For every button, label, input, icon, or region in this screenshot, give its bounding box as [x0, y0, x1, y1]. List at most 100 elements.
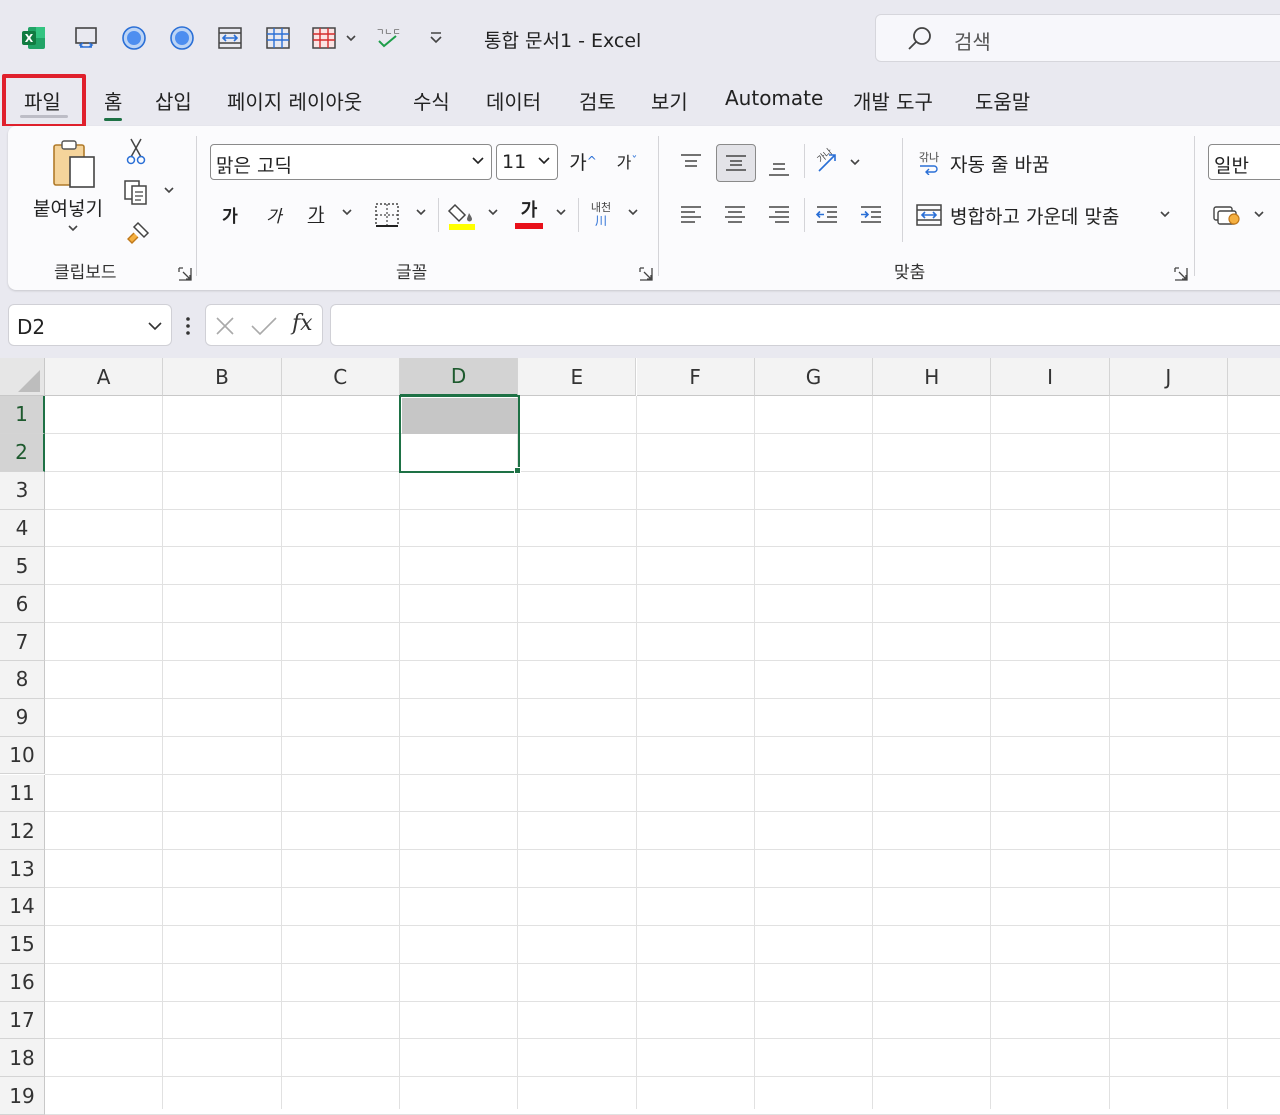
underline-chevron-down-icon[interactable] [338, 206, 356, 220]
merge-center-button[interactable]: 병합하고 가운데 맞춤 [950, 202, 1119, 229]
table-icon[interactable] [264, 24, 292, 52]
row-header-19[interactable]: 19 [0, 1077, 45, 1115]
tab-data[interactable]: 데이터 [486, 86, 541, 115]
phonetic-guide-button[interactable]: 내천 川 [584, 198, 618, 232]
column-header-j[interactable]: J [1109, 358, 1228, 396]
paste-chevron-down-icon[interactable] [64, 222, 82, 236]
spelling-icon[interactable]: ㄱㄴㄷ [374, 24, 402, 52]
bold-button[interactable]: 가 [214, 198, 246, 230]
tab-formulas[interactable]: 수식 [413, 86, 450, 115]
column-header-h[interactable]: H [873, 358, 992, 396]
chevron-down-icon[interactable] [338, 24, 364, 52]
cell-selection[interactable] [399, 395, 520, 473]
column-header-c[interactable]: C [281, 358, 400, 396]
column-header-f[interactable]: F [636, 358, 755, 396]
row-header-10[interactable]: 10 [0, 736, 45, 775]
row-header-9[interactable]: 9 [0, 698, 45, 737]
row-header-4[interactable]: 4 [0, 509, 45, 548]
merge-chevron-down-icon[interactable] [1156, 208, 1174, 222]
row-header-13[interactable]: 13 [0, 850, 45, 889]
worksheet-grid[interactable]: ABCDEFGHIJ 1 2 3 4 5 6 7 8 9 10 11 12 13 14 15 16 17 18 19 [0, 358, 1280, 1115]
row-header-2[interactable]: 2 [0, 433, 45, 472]
borders-chevron-down-icon[interactable] [412, 206, 430, 220]
italic-button[interactable]: 가 [258, 198, 290, 230]
fill-color-icon[interactable] [446, 198, 478, 232]
more-vertical-icon[interactable] [184, 314, 192, 338]
tab-help[interactable]: 도움말 [975, 86, 1030, 115]
circle-icon[interactable] [168, 24, 196, 52]
tab-automate[interactable]: Automate [725, 86, 823, 110]
fill-handle[interactable] [514, 467, 521, 474]
font-color-chevron-down-icon[interactable] [552, 206, 570, 220]
copy-chevron-down-icon[interactable] [160, 184, 178, 198]
row-header-16[interactable]: 16 [0, 963, 45, 1002]
borders-icon[interactable] [310, 24, 338, 52]
row-header-11[interactable]: 11 [0, 774, 45, 813]
font-name-select[interactable]: 맑은 고딕 [210, 144, 492, 180]
fill-color-chevron-down-icon[interactable] [484, 206, 502, 220]
borders-icon[interactable] [372, 200, 402, 230]
column-header-a[interactable]: A [45, 358, 164, 396]
wrap-text-icon[interactable]: 갂나 [914, 148, 944, 178]
merge-center-icon[interactable] [914, 200, 944, 230]
align-middle-icon[interactable] [716, 144, 756, 182]
increase-font-size-button[interactable]: 가 ^ [566, 146, 600, 176]
row-header-18[interactable]: 18 [0, 1039, 45, 1078]
paste-button[interactable]: 붙여넣기 [33, 194, 103, 221]
decrease-indent-icon[interactable] [810, 198, 844, 232]
dialog-launcher-icon[interactable] [1174, 266, 1188, 281]
autosave-icon[interactable] [72, 24, 100, 52]
row-header-17[interactable]: 17 [0, 1001, 45, 1040]
row-header-14[interactable]: 14 [0, 888, 45, 926]
align-right-icon[interactable] [762, 198, 796, 232]
increase-indent-icon[interactable] [854, 198, 888, 232]
search-box[interactable]: 검색 [875, 14, 1280, 62]
row-header-7[interactable]: 7 [0, 623, 45, 661]
enter-check-icon[interactable] [250, 315, 278, 337]
tab-insert[interactable]: 삽입 [155, 86, 192, 115]
tab-home[interactable]: 홈 [104, 86, 123, 121]
accounting-format-icon[interactable] [1210, 200, 1244, 230]
orientation-chevron-down-icon[interactable] [846, 156, 864, 170]
cut-icon[interactable] [122, 136, 150, 166]
formula-input[interactable] [330, 304, 1280, 346]
circle-icon[interactable] [120, 24, 148, 52]
row-header-1[interactable]: 1 [0, 396, 45, 434]
row-header-6[interactable]: 6 [0, 585, 45, 624]
orientation-icon[interactable]: 가나 [810, 144, 844, 178]
align-left-icon[interactable] [674, 198, 708, 232]
format-painter-icon[interactable] [122, 218, 154, 248]
dialog-launcher-icon[interactable] [178, 266, 192, 281]
cancel-icon[interactable] [214, 315, 236, 337]
underline-button[interactable]: 가 [300, 198, 332, 230]
column-header-b[interactable]: B [163, 358, 282, 396]
copy-icon[interactable] [120, 176, 152, 208]
row-header-15[interactable]: 15 [0, 925, 45, 964]
tab-developer[interactable]: 개발 도구 [853, 86, 933, 115]
customize-qat-icon[interactable] [422, 24, 450, 52]
name-box[interactable]: D2 [8, 304, 172, 346]
font-color-button[interactable]: 가 [512, 198, 546, 232]
row-header-5[interactable]: 5 [0, 547, 45, 586]
column-header-g[interactable]: G [754, 358, 874, 396]
accounting-chevron-down-icon[interactable] [1250, 208, 1268, 222]
tab-view[interactable]: 보기 [651, 86, 688, 115]
merge-cells-icon[interactable] [216, 24, 244, 52]
paste-icon[interactable] [48, 138, 102, 192]
font-size-select[interactable]: 11 [496, 144, 558, 180]
wrap-text-button[interactable]: 자동 줄 바꿈 [950, 150, 1049, 177]
align-center-icon[interactable] [718, 198, 752, 232]
column-header-e[interactable]: E [518, 358, 637, 396]
tab-page-layout[interactable]: 페이지 레이아웃 [227, 86, 362, 115]
column-header-d[interactable]: D [399, 358, 519, 396]
column-header-partial[interactable] [1228, 358, 1280, 396]
select-all-corner[interactable] [0, 358, 45, 396]
row-header-8[interactable]: 8 [0, 660, 45, 699]
insert-function-button[interactable]: fx [292, 311, 313, 336]
number-format-select[interactable]: 일반 [1208, 144, 1280, 180]
decrease-font-size-button[interactable]: 가ˇ [610, 146, 644, 176]
align-bottom-icon[interactable] [762, 150, 796, 184]
row-header-12[interactable]: 12 [0, 812, 45, 851]
phonetic-chevron-down-icon[interactable] [624, 206, 642, 220]
align-top-icon[interactable] [674, 146, 708, 180]
